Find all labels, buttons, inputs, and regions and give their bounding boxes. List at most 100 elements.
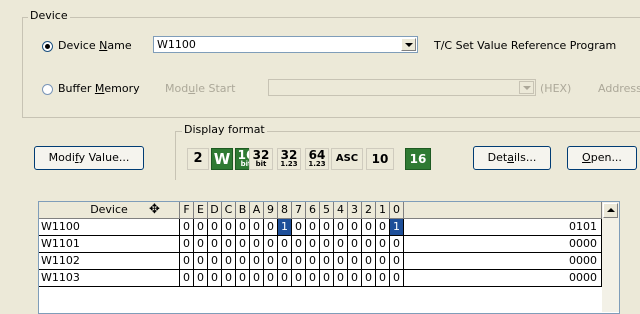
bit-cell[interactable]: 0 [376, 219, 390, 236]
bit-cell[interactable]: 0 [390, 270, 404, 287]
bit-cell[interactable]: 0 [292, 219, 306, 236]
device-cell[interactable]: W1102 [39, 253, 180, 270]
bit-cell[interactable]: 0 [306, 253, 320, 270]
bit-cell[interactable]: 0 [292, 270, 306, 287]
bit-column-header[interactable]: D [208, 202, 222, 219]
scroll-up-icon[interactable] [603, 203, 618, 218]
bit-column-header[interactable]: 3 [348, 202, 362, 219]
bit-cell[interactable]: 0 [208, 219, 222, 236]
bit-cell[interactable]: 0 [334, 219, 348, 236]
bit-cell[interactable]: 0 [292, 253, 306, 270]
bit-cell[interactable]: 0 [320, 253, 334, 270]
bit-cell[interactable]: 0 [348, 253, 362, 270]
bit-cell[interactable]: 0 [250, 219, 264, 236]
bit-column-header[interactable]: 1 [376, 202, 390, 219]
bit-cell[interactable]: 0 [362, 236, 376, 253]
bit-cell[interactable]: 0 [264, 236, 278, 253]
value-cell[interactable]: 0101 [404, 219, 602, 236]
bit-cell[interactable]: 0 [306, 236, 320, 253]
device-cell[interactable]: W1101 [39, 236, 180, 253]
bit-cell[interactable]: 0 [250, 270, 264, 287]
bit-cell[interactable]: 1 [278, 219, 292, 236]
format-binary-button[interactable]: 2 [187, 148, 209, 170]
bit-column-header[interactable]: E [194, 202, 208, 219]
bit-cell[interactable]: 0 [208, 236, 222, 253]
bit-column-header[interactable]: 8 [278, 202, 292, 219]
bit-column-header[interactable]: 0 [390, 202, 404, 219]
bit-cell[interactable]: 0 [194, 270, 208, 287]
bit-cell[interactable]: 0 [250, 253, 264, 270]
bit-cell[interactable]: 0 [306, 270, 320, 287]
bit-cell[interactable]: 0 [348, 236, 362, 253]
bit-cell[interactable]: 0 [222, 253, 236, 270]
format-32real-button[interactable]: 32 1.23 [277, 148, 301, 170]
bit-column-header[interactable]: 7 [292, 202, 306, 219]
bit-cell[interactable]: 0 [180, 219, 194, 236]
bit-cell[interactable]: 0 [362, 270, 376, 287]
bit-cell[interactable]: 0 [236, 236, 250, 253]
bit-cell[interactable]: 0 [334, 270, 348, 287]
bit-cell[interactable]: 0 [250, 236, 264, 253]
format-ascii-button[interactable]: ASC [331, 148, 363, 170]
device-cell[interactable]: W1100 [39, 219, 180, 236]
device-cell[interactable]: W1103 [39, 270, 180, 287]
bit-cell[interactable]: 0 [236, 270, 250, 287]
format-decimal-button[interactable]: 10 [366, 148, 394, 170]
bit-cell[interactable]: 0 [180, 236, 194, 253]
device-name-combo[interactable]: W1100 [153, 36, 418, 53]
format-hex-button[interactable]: 16 [405, 148, 431, 170]
bit-cell[interactable]: 0 [376, 270, 390, 287]
bit-column-header[interactable]: 2 [362, 202, 376, 219]
bit-column-header[interactable]: 9 [264, 202, 278, 219]
bit-cell[interactable]: 1 [390, 219, 404, 236]
bit-cell[interactable]: 0 [376, 253, 390, 270]
bit-cell[interactable]: 0 [222, 270, 236, 287]
bit-cell[interactable]: 0 [264, 253, 278, 270]
open-button[interactable]: Open... [567, 146, 637, 170]
chevron-down-icon[interactable] [519, 81, 534, 94]
format-word-button[interactable]: W [211, 148, 233, 170]
bit-cell[interactable]: 0 [208, 253, 222, 270]
bit-column-header[interactable]: B [236, 202, 250, 219]
bit-cell[interactable]: 0 [334, 236, 348, 253]
bit-cell[interactable]: 0 [348, 270, 362, 287]
bit-cell[interactable]: 0 [390, 253, 404, 270]
bit-cell[interactable]: 0 [194, 219, 208, 236]
bit-cell[interactable]: 0 [292, 236, 306, 253]
value-column-header[interactable] [404, 202, 602, 219]
bit-cell[interactable]: 0 [320, 219, 334, 236]
bit-cell[interactable]: 0 [180, 270, 194, 287]
format-32bit-button[interactable]: 32 bit [249, 148, 273, 170]
bit-cell[interactable]: 0 [264, 219, 278, 236]
bit-column-header[interactable]: A [250, 202, 264, 219]
bit-cell[interactable]: 0 [320, 236, 334, 253]
bit-cell[interactable]: 0 [194, 253, 208, 270]
modify-value-button[interactable]: Modify Value... [34, 146, 144, 170]
bit-cell[interactable]: 0 [222, 219, 236, 236]
value-cell[interactable]: 0000 [404, 236, 602, 253]
chevron-down-icon[interactable] [401, 38, 416, 51]
bit-cell[interactable]: 0 [208, 270, 222, 287]
buffer-memory-radio[interactable] [42, 84, 53, 95]
bit-cell[interactable]: 0 [194, 236, 208, 253]
bit-column-header[interactable]: 5 [320, 202, 334, 219]
format-64real-button[interactable]: 64 1.23 [305, 148, 329, 170]
bit-cell[interactable]: 0 [278, 270, 292, 287]
bit-cell[interactable]: 0 [236, 219, 250, 236]
bit-column-header[interactable]: 6 [306, 202, 320, 219]
grid-vertical-scrollbar[interactable] [602, 202, 619, 312]
device-name-radio[interactable] [42, 41, 53, 52]
value-cell[interactable]: 0000 [404, 270, 602, 287]
bit-cell[interactable]: 0 [362, 219, 376, 236]
bit-column-header[interactable]: F [180, 202, 194, 219]
bit-cell[interactable]: 0 [278, 236, 292, 253]
bit-cell[interactable]: 0 [362, 253, 376, 270]
bit-cell[interactable]: 0 [222, 236, 236, 253]
bit-cell[interactable]: 0 [306, 219, 320, 236]
bit-column-header[interactable]: C [222, 202, 236, 219]
bit-column-header[interactable]: 4 [334, 202, 348, 219]
bit-cell[interactable]: 0 [348, 219, 362, 236]
details-button[interactable]: Details... [473, 146, 551, 170]
bit-cell[interactable]: 0 [236, 253, 250, 270]
bit-cell[interactable]: 0 [334, 253, 348, 270]
